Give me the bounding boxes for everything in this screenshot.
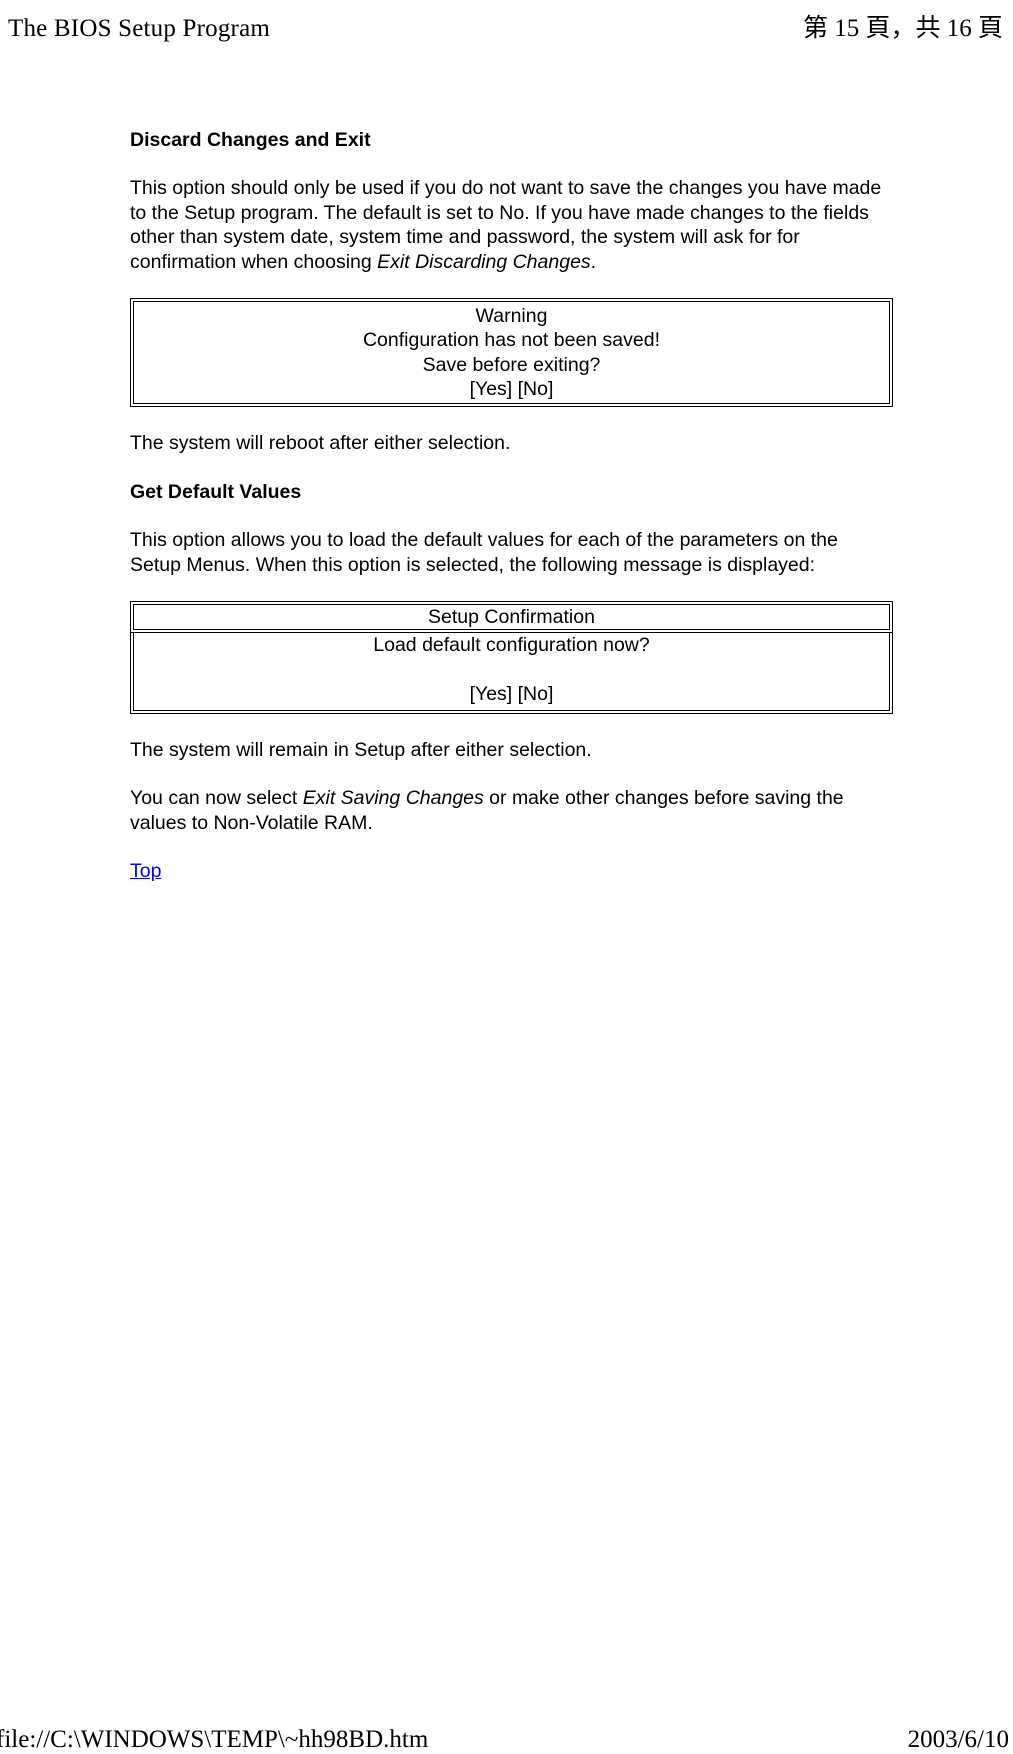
box-line: [Yes] [No]	[138, 682, 885, 706]
section-heading-defaults: Get Default Values	[130, 480, 893, 504]
document-content: Discard Changes and Exit This option sho…	[0, 48, 1013, 884]
header-page-indicator: 第 15 頁，共 16 頁	[803, 8, 1003, 44]
footer-path: file://C:\WINDOWS\TEMP\~hh98BD.htm	[0, 1726, 428, 1754]
header-title: The BIOS Setup Program	[8, 15, 270, 43]
paragraph: You can now select Exit Saving Changes o…	[130, 786, 893, 835]
paragraph: The system will reboot after either sele…	[130, 431, 893, 455]
footer-date: 2003/6/10	[908, 1726, 1009, 1754]
para-italic: Exit Saving Changes	[303, 787, 484, 809]
paragraph: The system will remain in Setup after ei…	[130, 738, 893, 762]
section-heading-discard: Discard Changes and Exit	[130, 128, 893, 152]
box-title-row: Setup Confirmation	[130, 601, 893, 633]
para-text: You can now select	[130, 787, 303, 809]
box-line: [Yes] [No]	[138, 377, 885, 401]
top-link[interactable]: Top	[130, 860, 161, 882]
box-body-row: Load default configuration now? [Yes] [N…	[130, 633, 893, 714]
box-line: Save before exiting?	[138, 353, 885, 377]
box-line: Configuration has not been saved!	[138, 328, 885, 352]
page-header: The BIOS Setup Program 第 15 頁，共 16 頁	[0, 0, 1013, 48]
para-italic: Exit Discarding Changes	[377, 251, 591, 273]
box-line: Warning	[138, 304, 885, 328]
box-gap	[138, 658, 885, 682]
box-line: Load default configuration now?	[138, 633, 885, 657]
paragraph: This option should only be used if you d…	[130, 176, 893, 274]
confirmation-box: Setup Confirmation Load default configur…	[130, 601, 893, 714]
page-footer: file://C:\WINDOWS\TEMP\~hh98BD.htm 2003/…	[0, 1726, 1013, 1754]
para-text: .	[591, 251, 596, 273]
paragraph: This option allows you to load the defau…	[130, 528, 893, 577]
warning-box: Warning Configuration has not been saved…	[130, 298, 893, 408]
